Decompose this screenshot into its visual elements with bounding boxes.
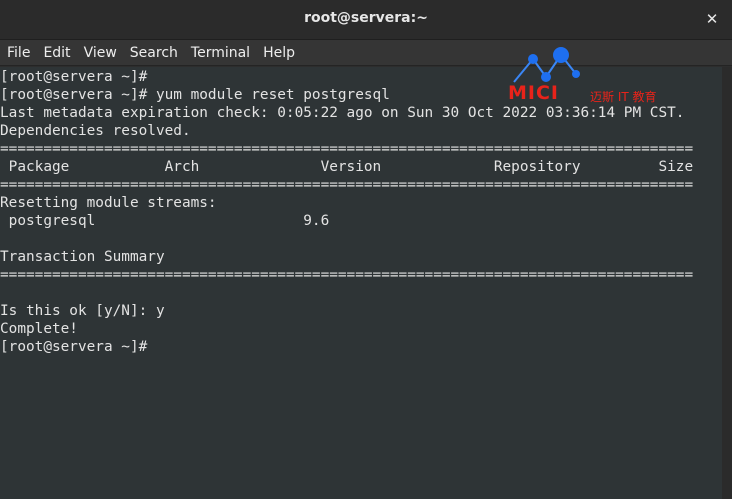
terminal-line: [root@servera ~]# yum module reset postg… bbox=[0, 87, 390, 103]
menu-search[interactable]: Search bbox=[125, 45, 183, 61]
terminal-line: Is this ok [y/N]: y bbox=[0, 303, 165, 319]
terminal-line: [root@servera ~]# bbox=[0, 69, 148, 85]
menu-edit[interactable]: Edit bbox=[38, 45, 75, 61]
watermark-logo: MICI 迈斯 IT 教育 bbox=[506, 46, 676, 104]
logo-dots-icon bbox=[513, 47, 580, 83]
watermark-subtitle: 迈斯 IT 教育 bbox=[590, 90, 657, 104]
title-bar[interactable]: root@servera:~ ✕ bbox=[0, 0, 732, 40]
terminal-separator: ========================================… bbox=[0, 141, 694, 157]
terminal-line: Last metadata expiration check: 0:05:22 … bbox=[0, 105, 685, 121]
menu-file[interactable]: File bbox=[2, 45, 35, 61]
table-header: Package Arch Version Repository Size bbox=[0, 159, 694, 175]
scrollbar[interactable] bbox=[722, 67, 732, 499]
watermark-brand: MICI bbox=[508, 82, 559, 104]
terminal-separator: ========================================… bbox=[0, 267, 694, 283]
terminal-line: Dependencies resolved. bbox=[0, 123, 191, 139]
table-row: postgresql 9.6 bbox=[0, 213, 330, 229]
terminal-window: root@servera:~ ✕ File Edit View Search T… bbox=[0, 0, 732, 499]
menu-view[interactable]: View bbox=[79, 45, 122, 61]
terminal-line: Complete! bbox=[0, 321, 78, 337]
terminal-line: Transaction Summary bbox=[0, 249, 165, 265]
close-button[interactable]: ✕ bbox=[702, 9, 722, 29]
terminal-output[interactable]: [root@servera ~]# [root@servera ~]# yum … bbox=[0, 67, 722, 499]
terminal-prompt: [root@servera ~]# bbox=[0, 339, 148, 355]
terminal-separator: ========================================… bbox=[0, 177, 694, 193]
menu-terminal[interactable]: Terminal bbox=[186, 45, 255, 61]
terminal-line: Resetting module streams: bbox=[0, 195, 217, 211]
window-title: root@servera:~ bbox=[304, 10, 428, 26]
menu-help[interactable]: Help bbox=[258, 45, 300, 61]
